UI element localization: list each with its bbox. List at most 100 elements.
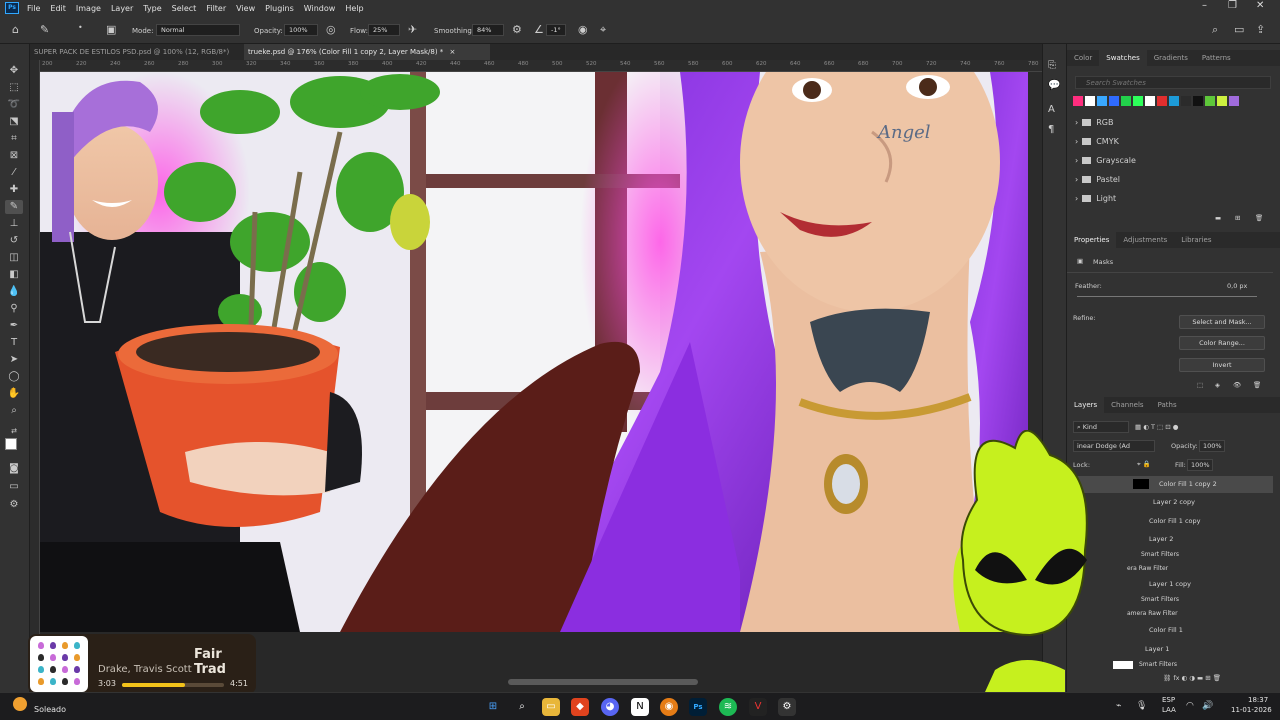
swatch-folder-cmyk[interactable]: › CMYK xyxy=(1075,135,1119,149)
foreground-color[interactable] xyxy=(5,438,17,450)
gradient-tool-icon[interactable]: ◧ xyxy=(5,268,23,282)
tab-properties[interactable]: Properties xyxy=(1067,232,1117,248)
layer-row[interactable]: Color Fill 1 xyxy=(1067,622,1273,639)
color-swatch[interactable] xyxy=(1169,96,1179,106)
select-and-mask-button[interactable]: Select and Mask... xyxy=(1179,315,1265,329)
minimize-icon[interactable]: – xyxy=(1202,0,1207,11)
language-bottom[interactable]: LAA xyxy=(1162,706,1176,714)
crop-tool-icon[interactable]: ⌗ xyxy=(5,132,23,146)
brush-tool-icon[interactable]: ✎ xyxy=(5,200,23,214)
object-select-icon[interactable]: ⬔ xyxy=(5,115,23,129)
paragraph-icon[interactable]: ¶ xyxy=(1048,124,1054,135)
feather-value[interactable]: 0,0 px xyxy=(1227,282,1247,290)
history-icon[interactable]: ⎘ xyxy=(1048,60,1056,71)
color-swatch[interactable] xyxy=(1097,96,1107,106)
stamp-tool-icon[interactable]: ⊥ xyxy=(5,217,23,231)
hand-tool-icon[interactable]: ✋ xyxy=(5,387,23,401)
track-progress-bar[interactable] xyxy=(122,683,224,687)
brush-tool-icon[interactable]: ✎ xyxy=(40,23,49,36)
search-swatches-input[interactable] xyxy=(1075,76,1271,89)
color-swatch[interactable] xyxy=(1205,96,1215,106)
horizontal-scrollbar[interactable] xyxy=(508,679,698,685)
color-swatch[interactable] xyxy=(1157,96,1167,106)
tab-trueke[interactable]: trueke.psd @ 176% (Color Fill 1 copy 2, … xyxy=(244,44,490,60)
comments-icon[interactable]: 💬 xyxy=(1048,80,1060,91)
angle-input[interactable]: -1° xyxy=(546,24,566,36)
fill-input[interactable]: 100% xyxy=(1187,459,1213,471)
type-tool-icon[interactable]: T xyxy=(5,336,23,350)
color-swatch[interactable] xyxy=(1085,96,1095,106)
menu-file[interactable]: File xyxy=(27,4,40,13)
dodge-tool-icon[interactable]: ⚲ xyxy=(5,302,23,316)
smoothing-input[interactable]: 84% xyxy=(472,24,504,36)
marquee-tool-icon[interactable]: ⬚ xyxy=(5,81,23,95)
close-icon[interactable]: × xyxy=(450,48,456,56)
color-swatch[interactable] xyxy=(1109,96,1119,106)
color-range-button[interactable]: Color Range... xyxy=(1179,336,1265,350)
tab-paths[interactable]: Paths xyxy=(1151,397,1184,413)
menu-edit[interactable]: Edit xyxy=(50,4,66,13)
swatch-folder-rgb[interactable]: › RGB xyxy=(1075,116,1113,130)
flow-input[interactable]: 25% xyxy=(368,24,400,36)
spotify-icon[interactable]: ≋ xyxy=(719,698,737,716)
canvas[interactable]: Angel xyxy=(40,72,1028,632)
color-swatch[interactable] xyxy=(1229,96,1239,106)
menu-help[interactable]: Help xyxy=(345,4,363,13)
symmetry-icon[interactable]: ⌖ xyxy=(600,23,606,37)
brush-settings-icon[interactable]: ▣ xyxy=(106,23,116,36)
menu-select[interactable]: Select xyxy=(172,4,197,13)
color-swatch[interactable] xyxy=(1073,96,1083,106)
menu-view[interactable]: View xyxy=(236,4,255,13)
screen-mode-icon[interactable]: ▭ xyxy=(5,480,23,494)
history-brush-icon[interactable]: ↺ xyxy=(5,234,23,248)
healing-tool-icon[interactable]: ✚ xyxy=(5,183,23,197)
swatch-folder-light[interactable]: › Light xyxy=(1075,192,1116,206)
lasso-tool-icon[interactable]: ➰ xyxy=(5,98,23,112)
pressure-opacity-icon[interactable]: ◎ xyxy=(326,23,336,36)
color-swatch[interactable] xyxy=(1217,96,1227,106)
network-icon[interactable]: ⌁ xyxy=(1116,701,1121,711)
clock-date[interactable]: 11-01-2026 xyxy=(1231,706,1272,714)
brave-icon[interactable]: ◆ xyxy=(571,698,589,716)
search-icon[interactable]: ⌕ xyxy=(1212,23,1218,37)
mic-icon[interactable]: 🎙 xyxy=(1136,701,1147,711)
trash-icon[interactable]: 🗑 xyxy=(1253,381,1261,389)
blur-tool-icon[interactable]: 💧 xyxy=(5,285,23,299)
menu-filter[interactable]: Filter xyxy=(206,4,226,13)
language-top[interactable]: ESP xyxy=(1162,696,1175,704)
maximize-icon[interactable]: ❐ xyxy=(1228,0,1237,11)
workspace-icon[interactable]: ▭ xyxy=(1234,23,1244,36)
swatch-folder-grayscale[interactable]: › Grayscale xyxy=(1075,154,1136,168)
airbrush-icon[interactable]: ✈ xyxy=(408,23,417,36)
menu-type[interactable]: Type xyxy=(143,4,161,13)
load-selection-icon[interactable]: ⬚ xyxy=(1197,381,1203,389)
pressure-size-icon[interactable]: ◉ xyxy=(578,23,588,36)
tab-patterns[interactable]: Patterns xyxy=(1195,50,1238,66)
notion-icon[interactable]: N xyxy=(631,698,649,716)
menu-window[interactable]: Window xyxy=(304,4,336,13)
link-layers-icon[interactable]: ⛓ fx ◐ ◑ ▬ ⊞ 🗑 xyxy=(1163,674,1221,682)
swap-colors-icon[interactable]: ⇄ xyxy=(5,424,23,438)
menu-plugins[interactable]: Plugins xyxy=(265,4,294,13)
file-explorer-icon[interactable]: ▭ xyxy=(542,698,560,716)
tab-gradients[interactable]: Gradients xyxy=(1147,50,1195,66)
tab-super-pack[interactable]: SUPER PACK DE ESTILOS PSD.psd @ 100% (12… xyxy=(30,44,242,72)
tab-layers[interactable]: Layers xyxy=(1067,397,1105,413)
menu-layer[interactable]: Layer xyxy=(111,4,133,13)
tab-libraries[interactable]: Libraries xyxy=(1174,232,1218,248)
quick-mask-icon[interactable]: ◙ xyxy=(5,462,23,476)
tab-channels[interactable]: Channels xyxy=(1104,397,1150,413)
volume-icon[interactable]: 🔊 xyxy=(1202,701,1213,711)
eyedropper-tool-icon[interactable]: ⁄ xyxy=(5,166,23,180)
lock-all-icon[interactable]: ⌖ 🔒 xyxy=(1137,460,1151,469)
search-icon[interactable]: ⌕ xyxy=(513,698,531,716)
zoom-tool-icon[interactable]: ⌕ xyxy=(5,404,23,418)
blender-icon[interactable]: ◉ xyxy=(660,698,678,716)
path-select-icon[interactable]: ➤ xyxy=(5,353,23,367)
color-swatch[interactable] xyxy=(1181,96,1191,106)
edit-toolbar-icon[interactable]: ⚙ xyxy=(5,498,23,512)
new-group-icon[interactable]: ▬ xyxy=(1215,214,1221,222)
feather-slider[interactable] xyxy=(1077,296,1257,297)
weather-icon[interactable] xyxy=(13,697,27,711)
invert-button[interactable]: Invert xyxy=(1179,358,1265,372)
